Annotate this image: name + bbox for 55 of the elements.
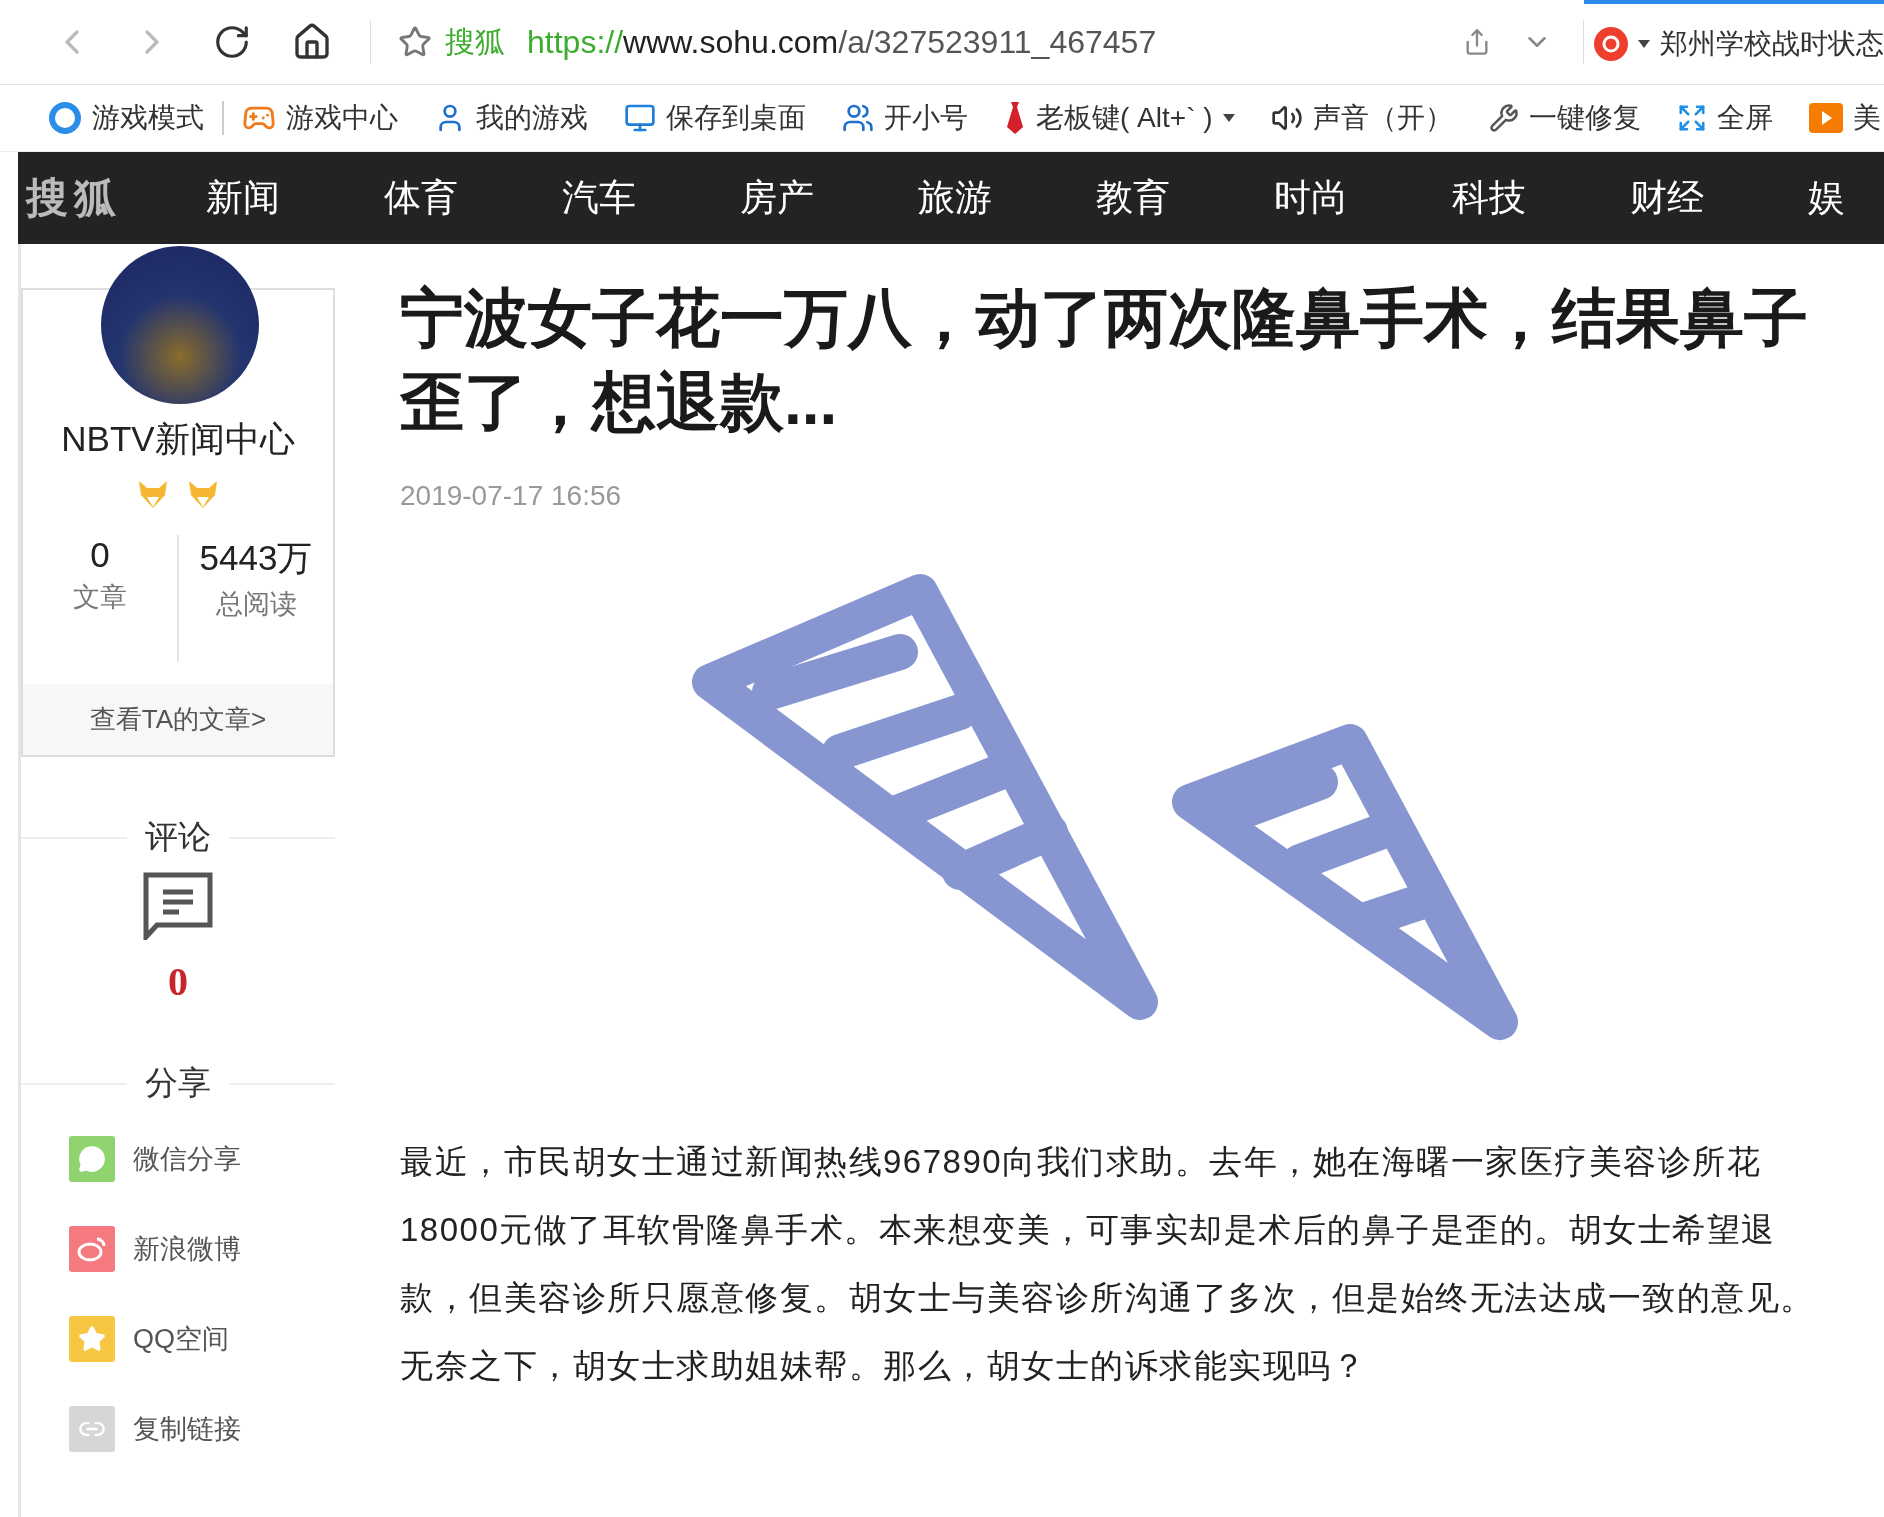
stat-value: 5443万 [199, 537, 313, 579]
section-heading: 评论 [145, 817, 211, 857]
nav-link[interactable]: 教育 [1096, 173, 1274, 223]
nav-link[interactable]: 新闻 [206, 173, 384, 223]
article-title: 宁波女子花一万八，动了两次隆鼻手术，结果鼻子歪了，想退款... [400, 281, 1809, 440]
tie-icon [1004, 101, 1026, 135]
nav-link[interactable]: 财经 [1630, 173, 1808, 223]
comment-icon[interactable] [143, 872, 213, 940]
site-label: 搜狐 [445, 23, 505, 60]
author-name: NBTV新闻中心 [61, 418, 295, 460]
nav-link[interactable]: 科技 [1452, 173, 1630, 223]
section-heading: 分享 [145, 1063, 211, 1103]
site-logo[interactable]: 搜狐 [26, 170, 122, 226]
share-option[interactable]: 复制链接 [69, 1406, 335, 1452]
search-field[interactable]: 郑州学校战时状态 [1660, 25, 1884, 63]
monitor-icon [624, 102, 656, 134]
share-option[interactable]: 微信分享 [69, 1136, 335, 1182]
nav-link[interactable]: 娱 [1808, 173, 1884, 223]
bookmark-item[interactable]: 游戏中心 [242, 99, 398, 137]
chat-bubbles-icon [69, 1136, 115, 1182]
users-icon [842, 102, 874, 134]
author-articles-button[interactable]: 查看TA的文章> [23, 684, 333, 755]
bookmark-item[interactable]: 美 [1808, 99, 1881, 137]
bookmark-item[interactable]: 开小号 [842, 99, 968, 137]
stat-label: 总阅读 [215, 588, 297, 621]
play-icon [1808, 103, 1843, 133]
bookmark-item[interactable]: 我的游戏 [434, 99, 588, 137]
bookmark-item[interactable]: 全屏 [1676, 99, 1773, 137]
stat-label: 文章 [73, 581, 127, 614]
article-paragraph: 最近，市民胡女士通过新闻热线967890向我们求助。去年，她在海曙一家医疗美容诊所花18000元做了耳软骨隆鼻手术。本来想变美，可事实却是术后的鼻子是歪的。胡女士希望退款，但美容诊所只愿意修复。胡女士与美容诊所沟通了多次，但是始终无法达成一致的意见。无奈之下，胡女士求助姐妹帮。那么，胡女士的诉求能实现吗？ [400, 1142, 1816, 1386]
eye-swirl-icon [69, 1226, 115, 1272]
fox-badge-icon [187, 479, 219, 509]
link-icon [69, 1406, 115, 1452]
share-option[interactable]: 新浪微博 [69, 1226, 335, 1272]
search-engine-icon[interactable] [1594, 27, 1628, 61]
ring-icon [48, 101, 82, 135]
caret-icon [1222, 114, 1235, 122]
bookmark-item[interactable]: 声音（开） [1270, 99, 1453, 137]
nav-link[interactable]: 汽车 [562, 173, 740, 223]
bookmark-item[interactable]: 一键修复 [1488, 99, 1641, 137]
bookmark-item[interactable]: 保存到桌面 [624, 99, 806, 137]
nav-link[interactable]: 旅游 [918, 173, 1096, 223]
fox-badge-icon [137, 479, 169, 509]
bookmark-item[interactable]: 游戏模式 [48, 99, 204, 137]
caret-icon [1638, 40, 1650, 48]
nav-link[interactable]: 房产 [740, 173, 918, 223]
comment-count: 0 [168, 958, 188, 1005]
nav-link[interactable]: 时尚 [1274, 173, 1452, 223]
publish-date: 2019-07-17 16:56 [400, 480, 623, 512]
share-option[interactable]: QQ空间 [69, 1316, 335, 1362]
wrench-icon [1488, 103, 1519, 133]
nav-link[interactable]: 体育 [384, 173, 562, 223]
stat-value: 0 [90, 535, 110, 575]
bookmark-item[interactable]: 老板键( Alt+` ) [1004, 99, 1235, 137]
address-field[interactable]: https://www.sohu.com/a/327523911_467457 [527, 23, 1157, 61]
